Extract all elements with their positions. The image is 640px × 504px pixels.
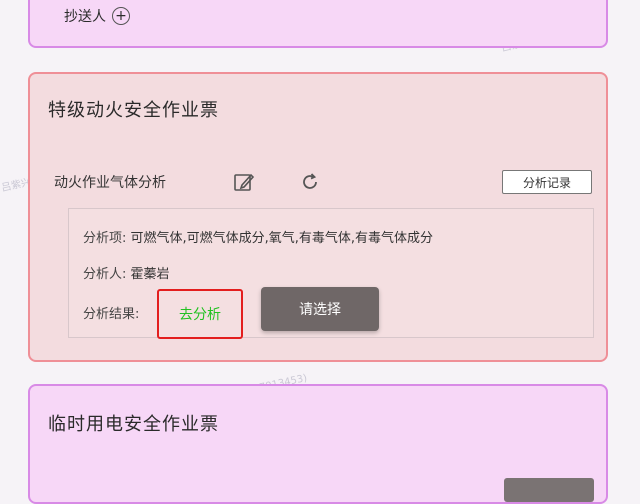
analyst-label: 分析人: <box>83 267 127 282</box>
analysis-record-button[interactable]: 分析记录 <box>502 170 592 194</box>
copy-label: 抄送人 <box>64 9 106 25</box>
plus-circle-icon[interactable]: + <box>112 7 130 25</box>
power-permit-title: 临时用电安全作业票 <box>48 414 219 435</box>
refresh-icon[interactable] <box>296 168 324 196</box>
result-label: 分析结果: <box>83 307 140 322</box>
result-line: 分析结果: <box>83 303 139 322</box>
copy-card: 抄送人 + <box>28 0 608 48</box>
analyst-line: 分析人: 霍蓁岩 <box>83 263 170 282</box>
copy-row: 抄送人 + <box>64 6 130 26</box>
gas-analysis-label: 动火作业气体分析 <box>54 175 166 191</box>
partial-button[interactable] <box>504 478 594 502</box>
edit-icon[interactable] <box>230 168 258 196</box>
fire-permit-card: 特级动火安全作业票 动火作业气体分析 分析记录 分析项: 可燃气体,可燃气体成分… <box>28 72 608 362</box>
analysis-items-label: 分析项: <box>83 231 127 246</box>
analysis-items-line: 分析项: 可燃气体,可燃气体成分,氧气,有毒气体,有毒气体成分 <box>83 227 433 246</box>
analyst-value: 霍蓁岩 <box>130 267 170 282</box>
power-permit-card: 临时用电安全作业票 <box>28 384 608 504</box>
analysis-detail-box: 分析项: 可燃气体,可燃气体成分,氧气,有毒气体,有毒气体成分 分析人: 霍蓁岩… <box>68 208 594 339</box>
fire-permit-title: 特级动火安全作业票 <box>48 100 219 121</box>
go-analyze-link[interactable]: 去分析 <box>157 289 243 339</box>
analysis-items-value: 可燃气体,可燃气体成分,氧气,有毒气体,有毒气体成分 <box>130 231 434 246</box>
gas-analysis-row: 动火作业气体分析 分析记录 <box>54 170 594 194</box>
choose-button[interactable]: 请选择 <box>261 287 379 331</box>
